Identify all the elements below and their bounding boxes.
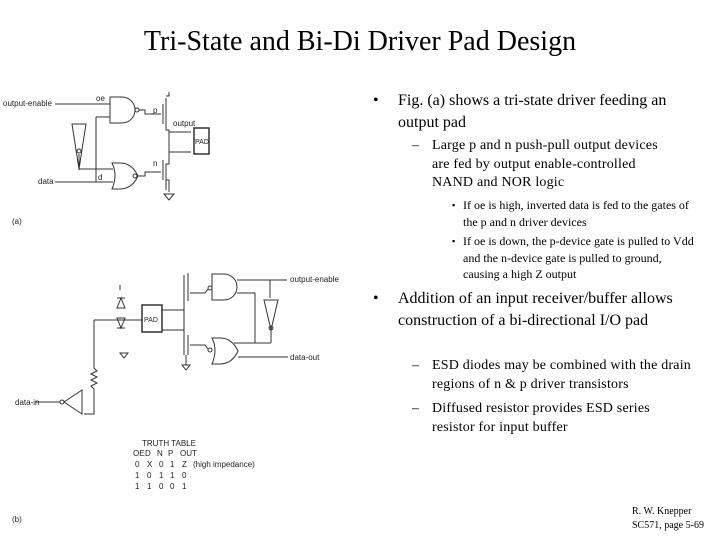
truth-table-cell: 0 — [159, 482, 164, 491]
pad-label: PAD — [195, 139, 209, 146]
truth-table-cell: X — [147, 460, 153, 469]
truth-table-cell: 0 — [147, 471, 152, 480]
b-output-enable-label: output-enable — [290, 275, 339, 284]
data-out-label: data-out — [290, 353, 320, 362]
truth-table-cell: 1 — [147, 482, 152, 491]
slide: Tri-State and Bi-Di Driver Pad Design ou… — [0, 0, 720, 540]
truth-table-cell: 1 — [170, 460, 175, 469]
figure-b-bidirectional-pad: output-enable data-out data-in PAD (b) T… — [12, 273, 339, 524]
sub-bullet-text: Large p and n push-pull output devices a… — [432, 138, 658, 190]
output-label: output — [173, 119, 196, 128]
truth-table-note: (high impedance) — [193, 460, 255, 469]
truth-table-cell: 0 — [170, 482, 175, 491]
sub-bullet-text: Diffused resistor provides ESD series re… — [432, 401, 650, 435]
footer-page: SC571, page 5-69 — [632, 520, 704, 531]
sub-sub-bullet-text: If oe is high, inverted data is fed to t… — [463, 198, 689, 229]
truth-table-header: P — [168, 449, 173, 458]
sub-bullet-text: ESD diodes may be combined with the drai… — [432, 358, 691, 392]
bullet-text: Fig. (a) shows a tri-state driver feedin… — [398, 92, 667, 131]
data-in-label: data-in — [15, 398, 39, 407]
d-label: d — [98, 173, 102, 182]
truth-table-cell: 0 — [135, 460, 140, 469]
figure-a-label: (a) — [12, 217, 22, 226]
truth-table-cell: 0 — [159, 460, 164, 469]
output-enable-label: output-enable — [3, 99, 52, 108]
data-label: data — [38, 177, 54, 186]
truth-table-header: N — [157, 449, 163, 458]
slide-title: Tri-State and Bi-Di Driver Pad Design — [143, 26, 577, 57]
truth-table-cell: 1 — [170, 471, 175, 480]
truth-table-cell: 1 — [135, 482, 140, 491]
sub-sub-bullet-text: If oe is down, the p-device gate is pull… — [463, 234, 694, 281]
truth-table-cell: 1 — [182, 482, 187, 491]
bullet-text: Addition of an input receiver/buffer all… — [398, 290, 673, 329]
footer: R. W. Knepper SC571, page 5-69 — [632, 505, 704, 533]
truth-table-header: OUT — [180, 449, 197, 458]
figure-b-label: (b) — [12, 515, 22, 524]
oe-label: oe — [96, 94, 105, 103]
p-label: p — [153, 106, 158, 115]
truth-table-header: D — [145, 449, 151, 458]
truth-table-header: OE — [133, 449, 145, 458]
footer-author: R. W. Knepper — [632, 506, 692, 517]
b-pad-label: PAD — [144, 317, 158, 324]
figure-a-tristate-driver: output-enable oe data d p n output PAD (… — [3, 92, 210, 226]
truth-table-cell: 1 — [159, 471, 164, 480]
truth-table-cell: 1 — [135, 471, 140, 480]
truth-table-cell: 0 — [182, 471, 187, 480]
truth-table: TRUTH TABLE OE D N P OUT0 X 0 1 Z1 0 1 1 01 1 0 0 1 (hig… — [133, 439, 255, 491]
n-label: n — [153, 159, 157, 168]
truth-table-title: TRUTH TABLE — [142, 439, 196, 448]
truth-table-cell: Z — [182, 460, 187, 469]
